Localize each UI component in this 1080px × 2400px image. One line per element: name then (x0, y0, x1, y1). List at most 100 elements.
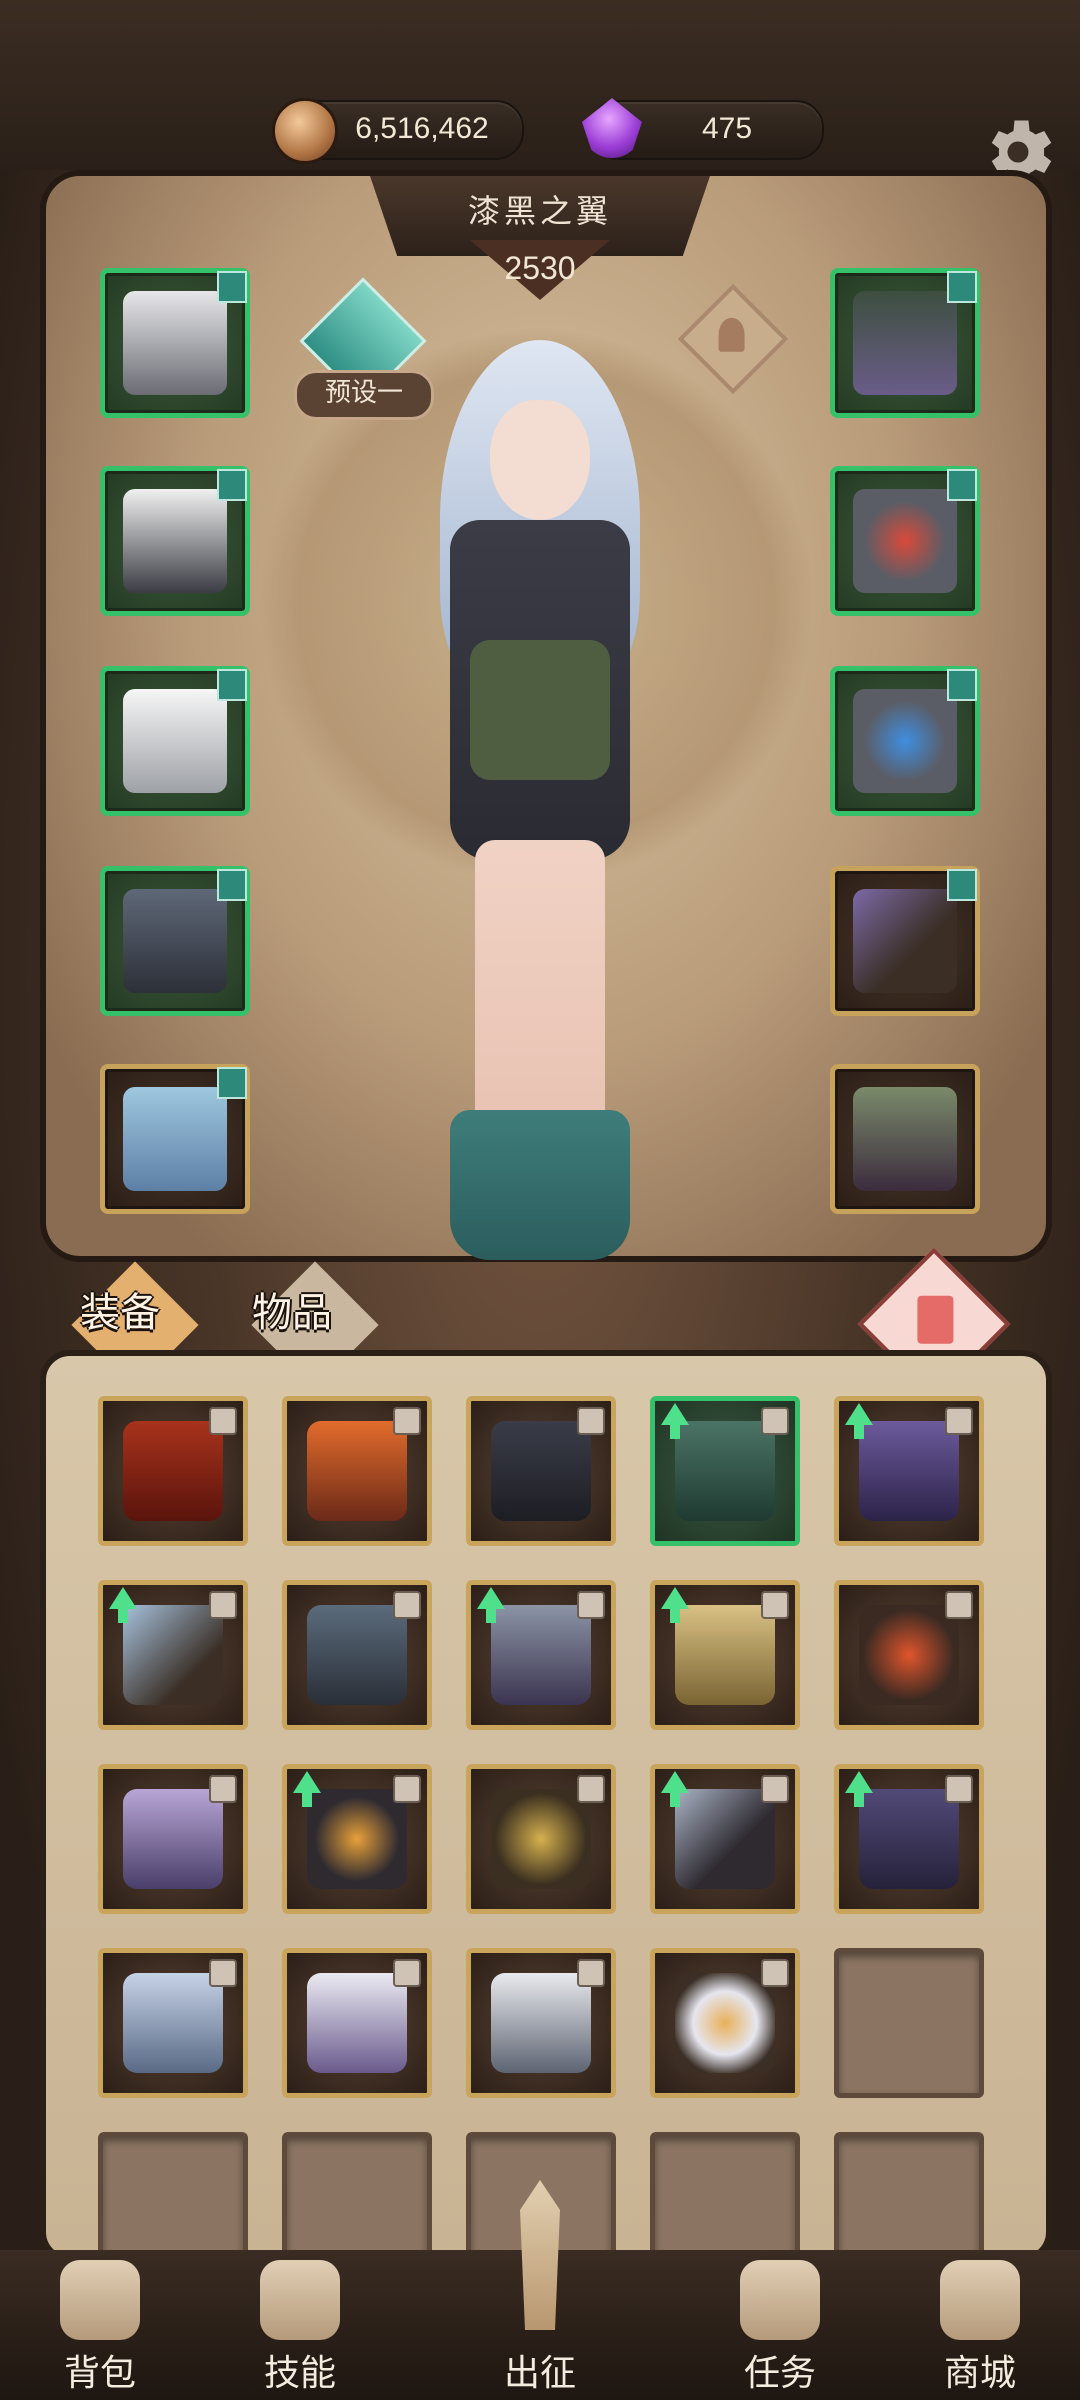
lock-icon[interactable] (209, 1959, 237, 1987)
flame-book-icon (307, 1421, 407, 1521)
inventory-item[interactable] (650, 1396, 800, 1546)
equip-slot-feet[interactable] (100, 1064, 250, 1214)
feather-hat-icon (491, 1973, 591, 2073)
lock-icon[interactable] (761, 1591, 789, 1619)
lock-icon[interactable] (577, 1407, 605, 1435)
inventory-item[interactable] (466, 1764, 616, 1914)
inventory-item[interactable] (282, 1580, 432, 1730)
dark-claws-icon (859, 1789, 959, 1889)
equip-slot-ring-1[interactable] (830, 466, 980, 616)
pleated-skirt-icon (123, 889, 227, 993)
inventory-item[interactable] (282, 1948, 432, 2098)
gem-value: 475 (701, 112, 753, 145)
maid-top-icon (123, 489, 227, 593)
lock-icon[interactable] (761, 1959, 789, 1987)
tab-items[interactable]: 物品 (252, 1280, 332, 1338)
blue-ring-icon (853, 689, 957, 793)
character-name: 漆黑之翼 (467, 192, 612, 230)
lock-icon[interactable] (761, 1407, 789, 1435)
battle-sword-icon[interactable] (430, 2180, 650, 2400)
scythe-ring-icon (675, 1789, 775, 1889)
inventory-item[interactable] (98, 1764, 248, 1914)
equip-slot-ring-2[interactable] (830, 666, 980, 816)
purple-beast-icon (859, 1421, 959, 1521)
inventory-item[interactable] (834, 1764, 984, 1914)
upgrade-arrow-icon (661, 1587, 689, 1623)
equip-slot-offhand[interactable] (830, 1064, 980, 1214)
inventory-grid (40, 1350, 1052, 2282)
lock-icon[interactable] (209, 1775, 237, 1803)
upgrade-arrow-icon (109, 1587, 137, 1623)
nav-bag-label: 背包 (63, 2353, 136, 2394)
upgrade-arrow-icon (845, 1771, 873, 1807)
lock-icon[interactable] (393, 1407, 421, 1435)
lock-icon[interactable] (577, 1959, 605, 1987)
slot-tag-icon (947, 669, 977, 701)
ice-staff-icon (123, 1605, 223, 1705)
lock-icon[interactable] (209, 1407, 237, 1435)
top-bar: 6,516,462 475 (0, 0, 1080, 184)
lock-icon[interactable] (945, 1407, 973, 1435)
equip-slot-legs[interactable] (100, 866, 250, 1016)
upgrade-arrow-icon (661, 1771, 689, 1807)
lock-icon[interactable] (393, 1959, 421, 1987)
inventory-item[interactable] (282, 1764, 432, 1914)
character-figure[interactable] (380, 340, 700, 1290)
gold-counter[interactable]: 6,516,462 (272, 98, 524, 164)
nav-skills-label: 技能 (263, 2353, 336, 2394)
golden-gauntlet-icon (675, 1605, 775, 1705)
inventory-item[interactable] (650, 1764, 800, 1914)
red-ring-icon (853, 489, 957, 593)
nav-shop[interactable]: 商城 (910, 2250, 1050, 2400)
crystal-pendant-icon (123, 1789, 223, 1889)
orb-claw-icon (307, 1789, 407, 1889)
nav-quests[interactable]: 任务 (710, 2250, 850, 2400)
lock-icon[interactable] (393, 1775, 421, 1803)
lock-icon[interactable] (761, 1775, 789, 1803)
lock-icon[interactable] (209, 1591, 237, 1619)
inventory-item[interactable] (466, 1580, 616, 1730)
inventory-item[interactable] (466, 1396, 616, 1546)
armored-boots-icon (491, 1605, 591, 1705)
inventory-item[interactable] (466, 1948, 616, 2098)
inventory-item[interactable] (834, 1580, 984, 1730)
lock-icon[interactable] (577, 1775, 605, 1803)
inventory-item[interactable] (98, 1396, 248, 1546)
inventory-item[interactable] (282, 1396, 432, 1546)
lily-charm-icon (675, 1973, 775, 2073)
upgrade-arrow-icon (477, 1587, 505, 1623)
lock-icon[interactable] (393, 1591, 421, 1619)
equip-slot-head[interactable] (100, 268, 250, 418)
nav-bag[interactable]: 背包 (30, 2250, 170, 2400)
dark-coat-icon (491, 1421, 591, 1521)
maid-headdress-icon (123, 291, 227, 395)
gem-necklace-icon (853, 291, 957, 395)
empty-slot[interactable] (834, 1948, 984, 2098)
nav-quests-label: 任务 (743, 2353, 816, 2394)
character-boots (450, 1110, 630, 1260)
lock-icon[interactable] (945, 1591, 973, 1619)
equip-slot-chest[interactable] (100, 466, 250, 616)
equip-slot-weapon[interactable] (830, 866, 980, 1016)
gem-counter[interactable]: 475 (582, 98, 824, 160)
slot-tag-icon (217, 271, 247, 303)
quest-scroll-icon (740, 2260, 820, 2340)
inventory-item[interactable] (98, 1580, 248, 1730)
inventory-item[interactable] (650, 1580, 800, 1730)
equip-slot-gloves[interactable] (100, 666, 250, 816)
blue-robe-icon (123, 1973, 223, 2073)
inventory-item[interactable] (650, 1948, 800, 2098)
bag-icon (60, 2260, 140, 2340)
lock-icon[interactable] (577, 1591, 605, 1619)
nav-skills[interactable]: 技能 (230, 2250, 370, 2400)
inventory-item[interactable] (834, 1396, 984, 1546)
inventory-item[interactable] (98, 1948, 248, 2098)
staff-icon (853, 889, 957, 993)
slot-tag-icon (217, 1067, 247, 1099)
lock-icon[interactable] (945, 1775, 973, 1803)
tab-equipment[interactable]: 装备 (80, 1280, 160, 1338)
nav-shop-label: 商城 (943, 2353, 1016, 2394)
slot-tag-icon (947, 271, 977, 303)
equip-slot-necklace[interactable] (830, 268, 980, 418)
lion-amulet-icon (491, 1789, 591, 1889)
